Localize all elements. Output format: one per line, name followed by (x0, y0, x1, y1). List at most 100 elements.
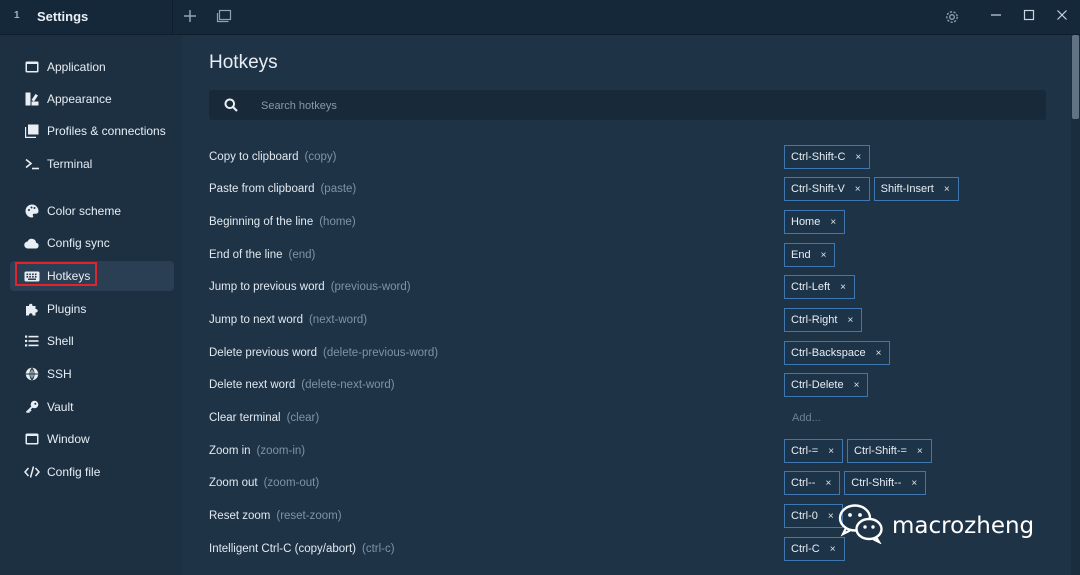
hotkey-chip-label: Ctrl-Shift-V (791, 183, 845, 195)
sidebar-item-label: Plugins (47, 302, 87, 316)
remove-hotkey-icon[interactable]: × (917, 446, 923, 457)
wechat-logo (838, 502, 884, 549)
hotkey-chip[interactable]: Ctrl-Shift-= × (847, 439, 932, 463)
remove-hotkey-icon[interactable]: × (828, 446, 834, 457)
close-icon[interactable] (1051, 6, 1073, 28)
remove-hotkey-icon[interactable]: × (821, 250, 827, 261)
sidebar-item-config-file[interactable]: Config file (10, 457, 174, 487)
hotkey-chip[interactable]: Ctrl-= × (784, 439, 844, 463)
hotkey-chip-label: Ctrl-= (791, 445, 819, 457)
hotkey-bindings: Ctrl-Left × (784, 275, 859, 301)
hotkey-bindings: Ctrl-Shift-V × Shift-Insert × (784, 177, 963, 203)
sidebar-item-terminal[interactable]: Terminal (10, 149, 174, 179)
scrollbar[interactable] (1071, 35, 1080, 575)
hotkey-id: (reset-zoom) (276, 510, 342, 522)
hotkey-id: (clear) (286, 412, 320, 424)
search-input[interactable] (259, 90, 1033, 122)
code-icon (24, 464, 40, 480)
profiles-icon (24, 123, 40, 139)
hotkey-chip[interactable]: Ctrl-Left × (784, 275, 855, 299)
hotkey-chip[interactable]: Ctrl-Shift-V × (784, 177, 870, 201)
hotkey-name: Beginning of the line (209, 216, 314, 228)
sidebar-item-vault[interactable]: Vault (10, 392, 174, 422)
remove-hotkey-icon[interactable]: × (825, 478, 831, 489)
hotkey-name: Copy to clipboard (209, 151, 299, 163)
sidebar-item-plugins[interactable]: Plugins (10, 294, 174, 324)
key-icon (24, 399, 40, 415)
list-icon (24, 333, 40, 349)
hotkey-id: (copy) (304, 151, 337, 163)
puzzle-icon (24, 301, 40, 317)
watermark-text: macrozheng (892, 512, 1035, 539)
remove-hotkey-icon[interactable]: × (830, 544, 836, 555)
hotkey-label: Zoom in (zoom-in) (209, 445, 305, 457)
window-icon[interactable] (213, 6, 235, 28)
sidebar-item-label: Hotkeys (47, 269, 91, 283)
hotkey-chip[interactable]: End × (784, 243, 836, 267)
hotkey-chip[interactable]: Ctrl-- × (784, 471, 841, 495)
scrollbar-thumb[interactable] (1072, 35, 1079, 119)
hotkey-name: Jump to previous word (209, 281, 325, 293)
sidebar-item-label: Profiles & connections (47, 124, 166, 138)
hotkey-label: Reset zoom (reset-zoom) (209, 510, 342, 522)
watermark: macrozheng (838, 502, 1034, 549)
remove-hotkey-icon[interactable]: × (911, 478, 917, 489)
sidebar-item-ssh[interactable]: SSH (10, 359, 174, 389)
hotkey-chip[interactable]: Ctrl-Delete × (784, 373, 869, 397)
sidebar-item-color-scheme[interactable]: Color scheme (10, 196, 174, 226)
maximize-icon[interactable] (1018, 6, 1040, 28)
hotkey-label: Jump to next word (next-word) (209, 314, 367, 326)
hotkey-chip[interactable]: Ctrl-Shift-- × (844, 471, 927, 495)
hotkey-chip[interactable]: Ctrl-C × (784, 537, 845, 561)
remove-hotkey-icon[interactable]: × (855, 184, 861, 195)
sidebar-item-config-sync[interactable]: Config sync (10, 228, 174, 258)
hotkey-chip-label: Ctrl-Shift-- (851, 477, 902, 489)
sidebar-item-window[interactable]: Window (10, 424, 174, 454)
hotkey-id: (next-word) (308, 314, 368, 326)
sidebar-item-profiles[interactable]: Profiles & connections (10, 116, 174, 146)
hotkey-chip[interactable]: Ctrl-Backspace × (784, 341, 891, 365)
sidebar-item-appearance[interactable]: Appearance (10, 84, 174, 114)
window-title: Settings (37, 9, 89, 24)
hotkey-name: Paste from clipboard (209, 183, 315, 195)
hotkey-label: Beginning of the line (home) (209, 216, 356, 228)
hotkey-id: (zoom-in) (256, 445, 306, 457)
hotkey-id: (ctrl-c) (362, 543, 395, 555)
hotkey-chip[interactable]: Ctrl-0 × (784, 504, 843, 528)
add-hotkey-button[interactable]: Add... (784, 406, 829, 432)
hotkey-name: Jump to next word (209, 314, 303, 326)
remove-hotkey-icon[interactable]: × (840, 282, 846, 293)
remove-hotkey-icon[interactable]: × (855, 152, 861, 163)
remove-hotkey-icon[interactable]: × (944, 184, 950, 195)
minimize-icon[interactable] (985, 6, 1007, 28)
hotkey-chip-label: Ctrl-Left (791, 281, 831, 293)
sidebar-item-shell[interactable]: Shell (10, 326, 174, 356)
remove-hotkey-icon[interactable]: × (854, 380, 860, 391)
remove-hotkey-icon[interactable]: × (828, 511, 834, 522)
page-title: Hotkeys (209, 52, 278, 73)
title-bar: 1 Settings (0, 0, 1080, 35)
application-icon (24, 59, 40, 75)
hotkey-chip-label: Ctrl-Shift-C (791, 151, 846, 163)
hotkey-row: Zoom in (zoom-in) Ctrl-= × Ctrl-Shift-= × (209, 439, 1059, 465)
sidebar-item-application[interactable]: Application (10, 52, 174, 82)
remove-hotkey-icon[interactable]: × (830, 217, 836, 228)
hotkey-bindings: Ctrl-Backspace × (784, 341, 894, 367)
hotkey-name: Zoom in (209, 445, 251, 457)
plus-icon[interactable] (179, 6, 201, 28)
sidebar-item-hotkeys[interactable]: Hotkeys (10, 261, 174, 291)
hotkey-bindings: Ctrl-Right × (784, 308, 866, 334)
hotkey-name: Clear terminal (209, 412, 281, 424)
hotkey-name: Intelligent Ctrl-C (copy/abort) (209, 543, 356, 555)
gear-icon[interactable] (941, 6, 963, 28)
hotkey-chip[interactable]: Shift-Insert × (873, 177, 959, 201)
hotkey-label: Zoom out (zoom-out) (209, 477, 319, 489)
remove-hotkey-icon[interactable]: × (876, 348, 882, 359)
remove-hotkey-icon[interactable]: × (847, 315, 853, 326)
hotkey-bindings: Ctrl-- × Ctrl-Shift-- × (784, 471, 930, 497)
hotkey-chip[interactable]: Home × (784, 210, 846, 234)
hotkey-chip[interactable]: Ctrl-Shift-C × (784, 145, 871, 169)
hotkey-row: Jump to next word (next-word) Ctrl-Right × (209, 308, 1059, 334)
hotkey-chip[interactable]: Ctrl-Right × (784, 308, 863, 332)
hotkey-label: Intelligent Ctrl-C (copy/abort) (ctrl-c) (209, 543, 395, 555)
